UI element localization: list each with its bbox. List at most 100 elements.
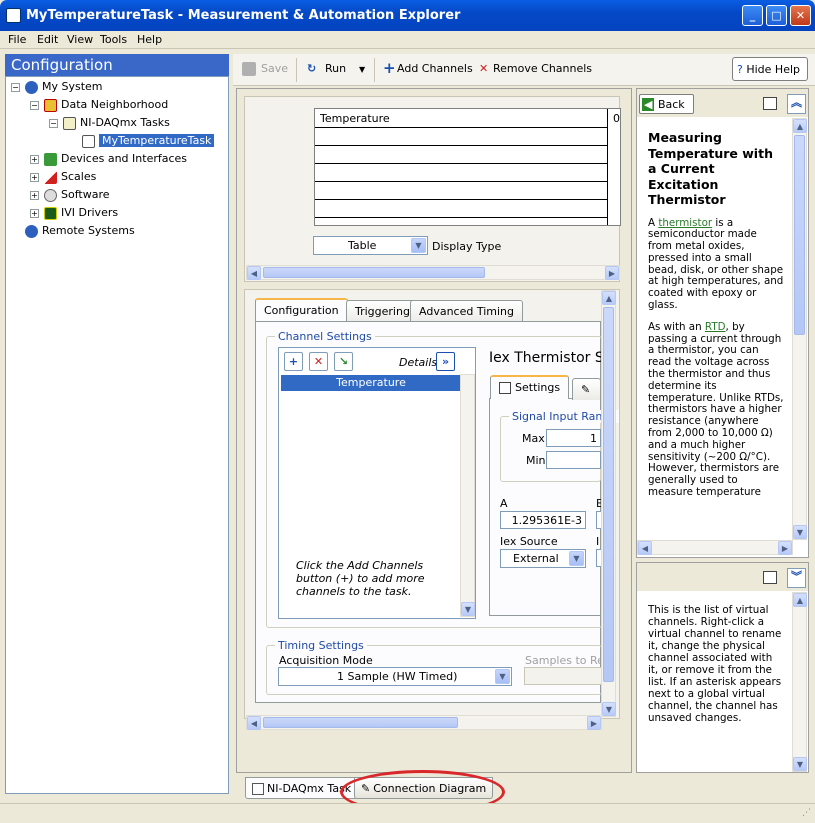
tab-settings[interactable]: Settings (490, 375, 570, 399)
signal-input-range-group (500, 416, 601, 482)
display-type-select[interactable]: Table ▼ (313, 236, 428, 255)
add-channels-button[interactable]: +Add Channels (383, 61, 473, 76)
tab-calibration[interactable]: ✎ (572, 378, 601, 400)
back-button[interactable]: ◀ Back (639, 94, 694, 114)
help-window-icon[interactable] (763, 571, 777, 584)
acquisition-mode-select[interactable]: 1 Sample (HW Timed) ▼ (278, 667, 512, 686)
config-horizontal-scrollbar[interactable]: ◀ ▶ (246, 715, 602, 730)
scroll-down-icon[interactable]: ▼ (602, 702, 616, 716)
a-coefficient-input[interactable]: 1.295361E-3 (500, 511, 586, 529)
software-icon (44, 188, 57, 202)
column-value: 0 (613, 112, 620, 125)
scroll-down-icon[interactable]: ▼ (793, 525, 807, 539)
menu-view[interactable]: View (67, 33, 93, 46)
add-channels-hint: Click the Add Channels button (+) to add… (296, 559, 425, 598)
tree-item-devices-and-interfaces[interactable]: Devices and Interfaces (44, 151, 187, 167)
channel-tool-icon[interactable]: ↘ (334, 352, 353, 371)
channel-list-scrollbar[interactable]: ▼ (460, 374, 475, 617)
help-vertical-scrollbar[interactable]: ▲ ▼ (792, 118, 807, 540)
a-label: A (500, 497, 508, 510)
menu-tools[interactable]: Tools (100, 33, 127, 46)
scroll-thumb[interactable] (263, 717, 458, 728)
display-type-label: Display Type (432, 240, 502, 253)
samples-to-read-label: Samples to Rea (525, 654, 611, 667)
run-dropdown-icon[interactable]: ▼ (359, 65, 365, 74)
scroll-left-icon[interactable]: ◀ (247, 266, 261, 280)
tab-triggering[interactable]: Triggering (346, 300, 419, 322)
min-input[interactable] (546, 451, 601, 469)
scroll-right-icon[interactable]: ▶ (587, 716, 601, 730)
run-button[interactable]: ↻ Run (307, 62, 346, 76)
samples-to-read-input[interactable] (524, 667, 602, 685)
tree-item-ivi-drivers[interactable]: IVI Drivers (44, 205, 118, 221)
remove-channels-button[interactable]: ✕ Remove Channels (479, 62, 592, 76)
iex-source-select[interactable]: External ▼ (500, 549, 586, 568)
expand-devices[interactable]: + (30, 155, 39, 164)
add-channel-button[interactable]: + (284, 352, 303, 371)
details-expand-icon[interactable]: » (436, 352, 455, 371)
wrench-icon: ✎ (581, 383, 591, 396)
tree-item-remote-systems[interactable]: Remote Systems (25, 223, 135, 239)
max-label: Max (522, 432, 545, 445)
context-help-toolbar: ︾ (637, 563, 808, 591)
scroll-right-icon[interactable]: ▶ (778, 541, 792, 555)
scroll-left-icon[interactable]: ◀ (638, 541, 652, 555)
tree-item-scales[interactable]: Scales (44, 169, 96, 185)
scroll-up-icon[interactable]: ▲ (793, 119, 807, 133)
tab-advanced-timing[interactable]: Advanced Timing (410, 300, 523, 322)
tree-item-my-temperature-task[interactable]: MyTemperatureTask (82, 133, 215, 149)
expand-software[interactable]: + (30, 191, 39, 200)
daqmx-tasks-icon (63, 116, 76, 130)
min-label: Min (526, 454, 546, 467)
context-help-scrollbar[interactable]: ▲ ▼ (792, 592, 807, 772)
scroll-thumb[interactable] (794, 135, 805, 335)
channel-list-item[interactable]: Temperature (281, 375, 461, 391)
minimize-button[interactable]: _ (742, 5, 763, 26)
maximize-button[interactable]: □ (766, 5, 787, 26)
collapse-up-icon[interactable]: ︽ (787, 94, 806, 114)
max-input[interactable]: 1 (546, 429, 601, 447)
configuration-tree[interactable]: − My System − Data Neighborhood − NI-DAQ… (5, 76, 229, 794)
thermistor-link[interactable]: thermistor (658, 217, 712, 229)
menu-bar: File Edit View Tools Help (0, 31, 815, 49)
iex-source-label: Iex Source (500, 535, 558, 548)
menu-help[interactable]: Help (137, 33, 162, 46)
scroll-down-icon[interactable]: ▼ (461, 602, 475, 616)
scroll-left-icon[interactable]: ◀ (247, 716, 261, 730)
scroll-thumb[interactable] (603, 307, 614, 682)
task-icon (252, 783, 264, 795)
task-icon (82, 134, 95, 148)
menu-edit[interactable]: Edit (37, 33, 58, 46)
resize-grip-icon[interactable]: ⋰ (802, 808, 811, 818)
tab-configuration[interactable]: Configuration (255, 298, 348, 322)
rtd-link[interactable]: RTD (705, 321, 726, 333)
menu-file[interactable]: File (8, 33, 26, 46)
data-neighborhood-icon (44, 98, 57, 112)
help-paragraph-1: A thermistor is a semiconductor made fro… (648, 216, 784, 312)
scroll-up-icon[interactable]: ▲ (602, 291, 616, 305)
back-arrow-icon: ◀ (642, 98, 655, 111)
scroll-thumb[interactable] (263, 267, 485, 278)
save-icon (242, 62, 256, 76)
hide-help-button[interactable]: ? Hide Help (732, 57, 808, 81)
expand-scales[interactable]: + (30, 173, 39, 182)
help-window-icon[interactable] (763, 97, 777, 110)
collapse-daqmx-tasks[interactable]: − (49, 119, 58, 128)
expand-ivi-drivers[interactable]: + (30, 209, 39, 218)
help-horizontal-scrollbar[interactable]: ◀ ▶ (637, 540, 793, 555)
remove-channel-button[interactable]: ✕ (309, 352, 328, 371)
close-button[interactable]: ✕ (790, 5, 811, 26)
scroll-right-icon[interactable]: ▶ (605, 266, 619, 280)
collapse-data-neighborhood[interactable]: − (30, 101, 39, 110)
tree-item-software[interactable]: Software (44, 187, 110, 203)
save-button[interactable]: Save (242, 62, 288, 76)
tree-item-daqmx-tasks[interactable]: NI-DAQmx Tasks (63, 115, 170, 131)
collapse-down-icon[interactable]: ︾ (787, 568, 806, 588)
config-vertical-scrollbar[interactable]: ▲ ▼ (601, 290, 616, 717)
scroll-up-icon[interactable]: ▲ (793, 593, 807, 607)
tree-item-my-system[interactable]: My System (25, 79, 103, 95)
upper-horizontal-scrollbar[interactable]: ◀ ▶ (246, 265, 620, 280)
collapse-my-system[interactable]: − (11, 83, 20, 92)
tree-item-data-neighborhood[interactable]: Data Neighborhood (44, 97, 168, 113)
scroll-down-icon[interactable]: ▼ (793, 757, 807, 771)
